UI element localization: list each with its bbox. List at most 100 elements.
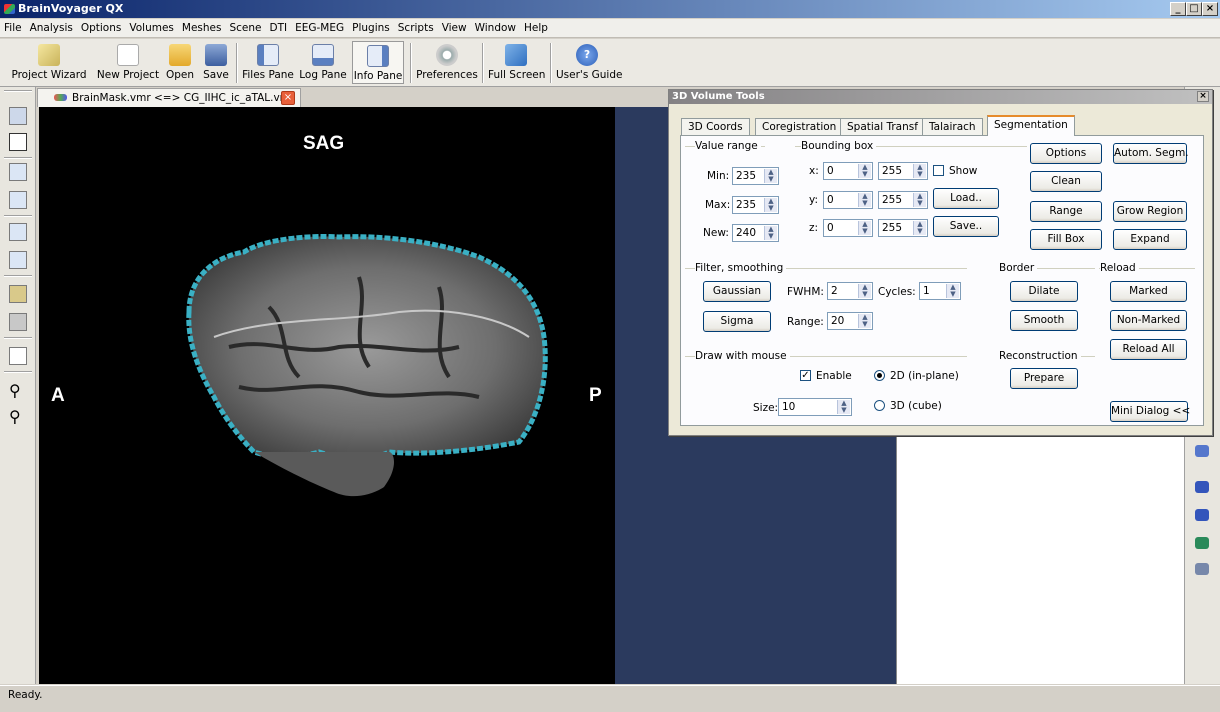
files-pane-icon: [257, 44, 279, 66]
minimize-button[interactable]: _: [1170, 2, 1186, 16]
document-tab[interactable]: BrainMask.vmr <=> CG_IIHC_ic_aTAL.vmr ×: [37, 88, 301, 107]
prepare-button[interactable]: Prepare: [1010, 368, 1078, 389]
save-button[interactable]: Save: [200, 41, 232, 84]
options-button[interactable]: Options: [1030, 143, 1102, 164]
preferences-button[interactable]: Preferences: [416, 41, 478, 84]
tab-coregistration[interactable]: Coregistration: [755, 118, 844, 135]
volume-viewer[interactable]: SAG A P: [39, 107, 615, 684]
menu-dti[interactable]: DTI: [265, 19, 291, 34]
autom-segm-button[interactable]: Autom. Segm.: [1113, 143, 1189, 164]
menu-view[interactable]: View: [438, 19, 471, 34]
tab-spatial-transf[interactable]: Spatial Transf: [840, 118, 925, 135]
menu-options[interactable]: Options: [77, 19, 126, 34]
menu-plugins[interactable]: Plugins: [348, 19, 394, 34]
show-bbox-checkbox[interactable]: [933, 165, 944, 176]
tab-segmentation[interactable]: Segmentation: [987, 115, 1075, 136]
head-2-icon[interactable]: [1195, 509, 1209, 521]
new-label: New:: [703, 227, 729, 239]
max-value-spinbox[interactable]: 235 ▲ ▼: [732, 196, 779, 214]
menu-volumes[interactable]: Volumes: [125, 19, 178, 34]
title-bar: BrainVoyager QX _ □ ×: [0, 0, 1220, 18]
head-1-icon[interactable]: [1195, 481, 1209, 493]
tab-3d-coords[interactable]: 3D Coords: [681, 118, 750, 135]
open-button[interactable]: Open: [164, 41, 196, 84]
full-screen-button[interactable]: Full Screen: [488, 41, 545, 84]
new-value-spinbox[interactable]: 240 ▲ ▼: [732, 224, 779, 242]
bbox-z-from-spinbox[interactable]: 0 ▲ ▼: [823, 219, 873, 237]
menu-window[interactable]: Window: [471, 19, 520, 34]
min-value-spinbox[interactable]: 235 ▲ ▼: [732, 167, 779, 185]
zoom-out-icon[interactable]: ⚲: [9, 383, 27, 401]
menu-file[interactable]: File: [0, 19, 26, 34]
menu-meshes[interactable]: Meshes: [178, 19, 226, 34]
bbox-y-label: y:: [809, 194, 818, 206]
mini-dialog-button[interactable]: Mini Dialog <<: [1110, 401, 1190, 422]
layout-2-icon[interactable]: [9, 191, 27, 209]
close-window-button[interactable]: ×: [1202, 2, 1218, 16]
menu-scripts[interactable]: Scripts: [394, 19, 438, 34]
mode-2d-radio[interactable]: [874, 370, 885, 381]
transform-2-icon[interactable]: [9, 313, 27, 331]
brush-size-spinbox[interactable]: 10 ▲ ▼: [778, 398, 852, 416]
bbox-y-from-spinbox[interactable]: 0 ▲ ▼: [823, 191, 873, 209]
volume-tools-dialog: 3D Volume Tools × 3D Coords Coregistrati…: [668, 89, 1213, 436]
value-range-group: Value range: [695, 140, 761, 152]
grow-region-button[interactable]: Grow Region: [1113, 201, 1187, 222]
transform-1-icon[interactable]: [9, 285, 27, 303]
enable-draw-checkbox[interactable]: ✓: [800, 370, 811, 381]
bbox-z-to-spinbox[interactable]: 255 ▲ ▼: [878, 219, 928, 237]
files-pane-button[interactable]: Files Pane: [242, 41, 294, 84]
expand-button[interactable]: Expand: [1113, 229, 1187, 250]
bbox-x-to-spinbox[interactable]: 255 ▲ ▼: [878, 162, 928, 180]
document-tab-label: BrainMask.vmr <=> CG_IIHC_ic_aTAL.vmr: [72, 92, 295, 104]
bbox-x-from-spinbox[interactable]: 0 ▲ ▼: [823, 162, 873, 180]
clean-button[interactable]: Clean: [1030, 171, 1102, 192]
project-wizard-button[interactable]: Project Wizard: [8, 41, 90, 84]
range-spinbox[interactable]: 20 ▲ ▼: [827, 312, 873, 330]
bbox-save-button[interactable]: Save..: [933, 216, 999, 237]
users-guide-button[interactable]: ? User's Guide: [556, 41, 622, 84]
crosshair-icon[interactable]: [9, 347, 27, 365]
reload-non-marked-button[interactable]: Non-Marked: [1110, 310, 1187, 331]
range-button[interactable]: Range: [1030, 201, 1102, 222]
dialog-close-icon[interactable]: ×: [1197, 91, 1209, 102]
head-3-icon[interactable]: [1195, 537, 1209, 549]
help-icon: ?: [576, 44, 598, 66]
zoom-in-icon[interactable]: ⚲: [9, 409, 27, 427]
fwhm-spinbox[interactable]: 2 ▲ ▼: [827, 282, 873, 300]
sigma-button[interactable]: Sigma: [703, 311, 771, 332]
menu-help[interactable]: Help: [520, 19, 552, 34]
reload-all-button[interactable]: Reload All: [1110, 339, 1187, 360]
maximize-button[interactable]: □: [1186, 2, 1202, 16]
log-pane-icon: [312, 44, 334, 66]
new-project-button[interactable]: New Project: [96, 41, 160, 84]
bbox-load-button[interactable]: Load..: [933, 188, 999, 209]
tab-talairach[interactable]: Talairach: [922, 118, 983, 135]
layout-3-icon[interactable]: [9, 223, 27, 241]
floppy-disk-icon: [205, 44, 227, 66]
close-tab-icon[interactable]: ×: [281, 91, 295, 105]
menu-scene[interactable]: Scene: [225, 19, 265, 34]
mode-3d-radio[interactable]: [874, 400, 885, 411]
heads-pair-icon[interactable]: [1195, 563, 1209, 575]
log-pane-button[interactable]: Log Pane: [298, 41, 348, 84]
bbox-y-to-spinbox[interactable]: 255 ▲ ▼: [878, 191, 928, 209]
grid-view-icon[interactable]: [9, 133, 27, 151]
fill-box-button[interactable]: Fill Box: [1030, 229, 1102, 250]
gaussian-button[interactable]: Gaussian: [703, 281, 771, 302]
layout-1-icon[interactable]: [9, 163, 27, 181]
max-label: Max:: [705, 199, 731, 211]
smooth-button[interactable]: Smooth: [1010, 310, 1078, 331]
reload-marked-button[interactable]: Marked: [1110, 281, 1187, 302]
menu-eeg-meg[interactable]: EEG-MEG: [291, 19, 348, 34]
layout-4-icon[interactable]: [9, 251, 27, 269]
status-text: Ready.: [8, 689, 43, 701]
menu-analysis[interactable]: Analysis: [26, 19, 77, 34]
info-pane-button[interactable]: Info Pane: [352, 41, 404, 84]
border-group: Border: [999, 262, 1038, 274]
cube-view-icon[interactable]: [9, 107, 27, 125]
cycles-spinbox[interactable]: 1 ▲ ▼: [919, 282, 961, 300]
dilate-button[interactable]: Dilate: [1010, 281, 1078, 302]
project-wizard-label: Project Wizard: [11, 69, 87, 81]
mesh-icon[interactable]: [1195, 445, 1209, 457]
